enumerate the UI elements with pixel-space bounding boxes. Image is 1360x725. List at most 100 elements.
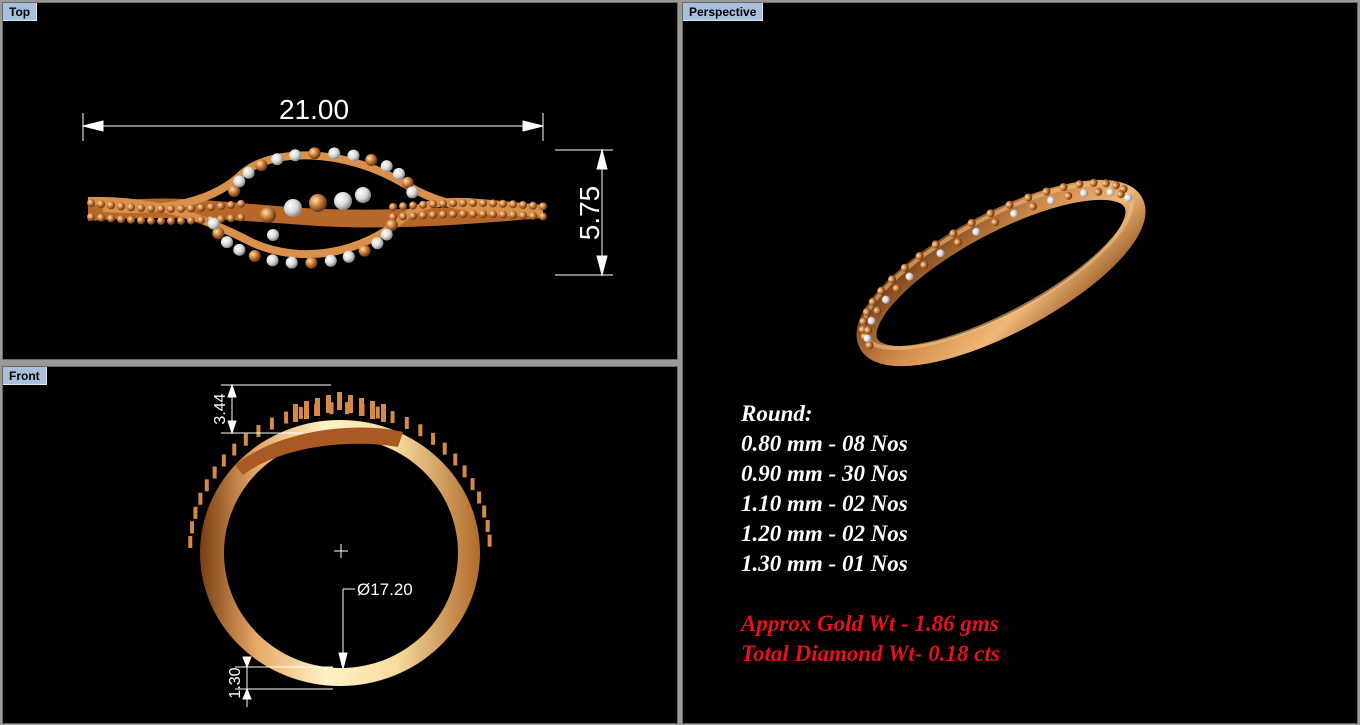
gold-bead (97, 200, 105, 209)
gold-bead (519, 211, 527, 220)
stone (289, 149, 302, 162)
gold-bead (197, 216, 205, 225)
prong (337, 392, 342, 410)
stone (358, 244, 371, 257)
gold-bead (127, 215, 135, 224)
gold-bead (429, 200, 437, 209)
gold-bead (147, 204, 155, 213)
gold-bead (157, 204, 165, 213)
gold-bead (469, 210, 477, 219)
diameter-label: Ø17.20 (357, 580, 413, 599)
spec-line: 0.90 mm - 30 Nos (741, 461, 908, 486)
stone (380, 160, 393, 173)
prong (284, 411, 289, 424)
gold-bead (117, 202, 125, 211)
prong (190, 521, 195, 534)
viewport-perspective[interactable]: Perspective Round: 0.80 mm - 08 Nos 0.90… (682, 2, 1358, 724)
width-dimension-label: 21.00 (279, 94, 349, 125)
gold-bead (409, 211, 417, 220)
prong (204, 479, 209, 492)
stone (371, 237, 384, 250)
prong (188, 536, 193, 549)
gold-bead (227, 201, 235, 210)
gold-weight: Approx Gold Wt - 1.86 gms (741, 611, 999, 636)
gold-bead (469, 199, 477, 208)
gold-bead (97, 213, 105, 222)
gold-bead (419, 211, 427, 220)
center-stone (260, 207, 276, 223)
prong (462, 465, 467, 478)
prong (326, 395, 331, 413)
gold-bead (87, 213, 95, 221)
gold-bead (187, 216, 195, 225)
gold-bead (227, 214, 235, 223)
gold-bead (459, 199, 467, 208)
diamond-spec-panel: Round: 0.80 mm - 08 Nos 0.90 mm - 30 Nos… (741, 399, 1000, 669)
stone (406, 186, 419, 199)
viewport-label-front[interactable]: Front (3, 367, 47, 385)
prong (485, 519, 490, 532)
gold-bead (449, 210, 457, 219)
gold-bead (499, 199, 507, 208)
prong (269, 417, 274, 430)
prong (359, 398, 364, 416)
gold-bead (439, 199, 447, 208)
prong (348, 395, 353, 413)
stone (308, 147, 321, 160)
viewport-top[interactable]: Top 21.00 5.75 (2, 2, 678, 360)
gold-bead (409, 201, 417, 210)
gold-bead (167, 216, 175, 225)
stone (255, 159, 268, 172)
center-stone (334, 192, 352, 210)
prong (293, 404, 298, 422)
gold-bead (389, 203, 397, 211)
stone (365, 154, 378, 167)
stone (324, 254, 337, 267)
prong (298, 406, 303, 419)
gold-bead (399, 202, 407, 211)
gold-bead (217, 202, 225, 211)
gold-bead (107, 201, 115, 210)
gold-bead (137, 216, 145, 225)
stone (380, 228, 393, 241)
stone (248, 249, 261, 262)
viewport-front[interactable]: Front Ø17.20 3.44 1.30 (2, 366, 678, 724)
top-height-label: 3.44 (212, 393, 229, 424)
gold-bead (187, 204, 195, 213)
ring-front-view (188, 392, 492, 686)
spec-line: 1.10 mm - 02 Nos (741, 491, 908, 516)
stone (207, 217, 220, 230)
gold-bead (479, 210, 487, 219)
gold-bead (177, 216, 185, 225)
perspective-view-drawing (856, 178, 1146, 367)
spec-spacer (741, 579, 1000, 609)
prong (418, 424, 423, 437)
gold-bead (499, 210, 507, 219)
prong (470, 478, 475, 491)
center-stone (284, 199, 302, 217)
gold-bead (147, 216, 155, 225)
gold-bead (167, 204, 175, 213)
band-thickness-label: 1.30 (227, 667, 244, 698)
gold-bead (479, 199, 487, 208)
prong (431, 432, 436, 445)
prong (193, 506, 198, 519)
spec-heading: Round: (741, 401, 813, 426)
gold-bead (509, 210, 517, 219)
gold-bead (509, 200, 517, 209)
gold-bead (459, 210, 467, 219)
viewport-label-top[interactable]: Top (3, 3, 38, 21)
stone (342, 250, 355, 263)
prong (487, 534, 492, 547)
prong (221, 454, 226, 467)
gold-bead (107, 214, 115, 223)
spec-line: 1.30 mm - 01 Nos (741, 551, 908, 576)
gold-bead (489, 199, 497, 208)
gold-bead (87, 199, 95, 207)
prong (232, 443, 237, 456)
viewport-label-perspective[interactable]: Perspective (683, 3, 764, 21)
prong (381, 404, 386, 422)
prong (198, 492, 203, 505)
prong (370, 401, 375, 419)
gold-bead (237, 213, 245, 222)
